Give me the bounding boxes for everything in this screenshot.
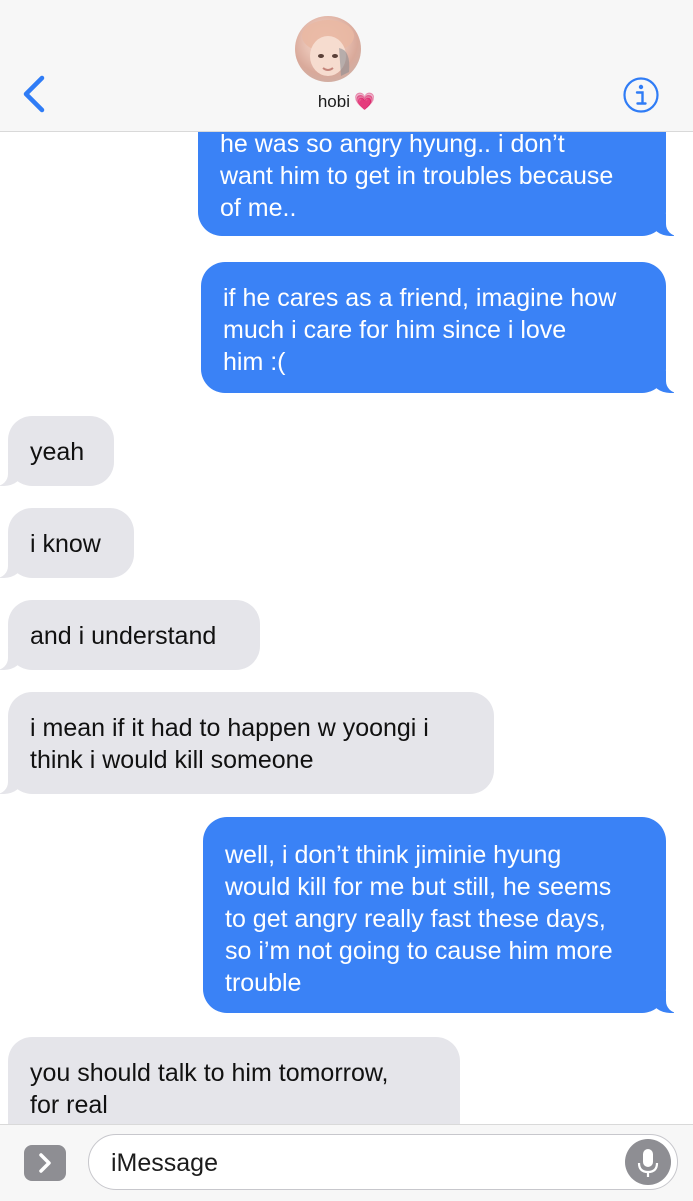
avatar[interactable] (295, 16, 361, 82)
microphone-button[interactable] (625, 1139, 671, 1185)
microphone-icon (637, 1149, 659, 1177)
message-text: if he cares as a friend, imagine how muc… (223, 284, 617, 376)
message-text: he was so angry hyung.. i don’t want him… (220, 130, 614, 222)
message-input-field[interactable] (88, 1134, 678, 1190)
message-bubble-received[interactable]: i know (0, 508, 134, 578)
message-bubble-received[interactable]: yeah (0, 416, 114, 486)
message-text: and i understand (30, 622, 217, 650)
message-bubble-received[interactable]: i mean if it had to happen w yoongi i th… (0, 692, 494, 794)
input-bar (0, 1124, 693, 1201)
conversation-header: hobi 💗 (0, 0, 693, 132)
message-text: i know (30, 530, 101, 558)
heart-emoji: 💗 (353, 92, 376, 111)
message-text: i mean if it had to happen w yoongi i th… (30, 714, 429, 774)
chevron-right-icon (39, 1153, 51, 1173)
contact-name[interactable]: hobi 💗 (0, 92, 693, 112)
message-text: you should talk to him tomorrow, for rea… (30, 1059, 389, 1119)
apps-button[interactable] (24, 1145, 66, 1181)
message-text: well, i don’t think jiminie hyung would … (225, 841, 613, 997)
message-input[interactable] (109, 1145, 613, 1181)
contact-name-label: hobi (317, 92, 350, 111)
avatar-photo (302, 20, 354, 76)
message-thread[interactable]: he was so angry hyung.. i don’t want him… (0, 0, 693, 1124)
message-bubble-sent[interactable]: well, i don’t think jiminie hyung would … (203, 817, 686, 1013)
info-icon (623, 77, 659, 113)
info-button[interactable] (622, 76, 660, 114)
message-text: yeah (30, 438, 85, 466)
message-bubble-received[interactable]: you should talk to him tomorrow, for rea… (0, 1037, 460, 1124)
message-bubble-received[interactable]: and i understand (0, 600, 260, 670)
message-bubble-sent[interactable]: if he cares as a friend, imagine how muc… (201, 262, 686, 393)
